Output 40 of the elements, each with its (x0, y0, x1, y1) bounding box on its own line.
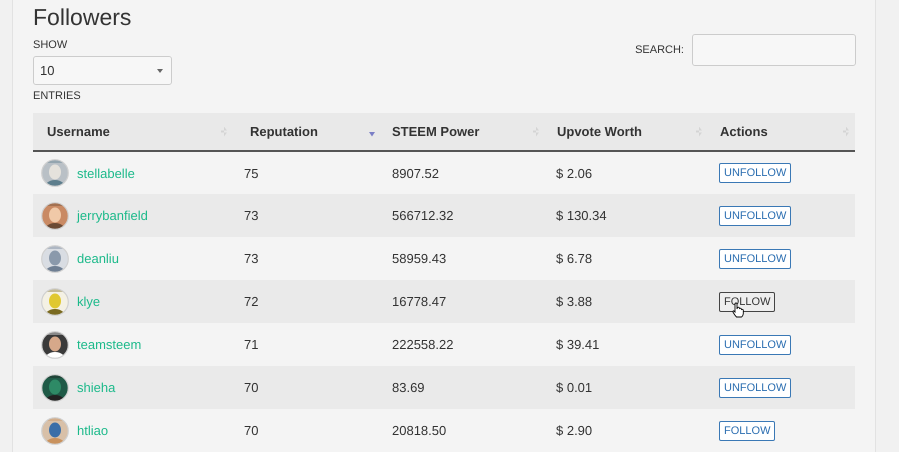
entries-select[interactable]: 10 (33, 56, 172, 85)
table-cell: $ 3.88 (545, 280, 708, 323)
table-cell: 20818.50 (381, 409, 545, 452)
show-label: SHOW (33, 39, 68, 51)
follow-toggle-button[interactable]: UNFOLLOW (719, 334, 792, 354)
table-cell: 73 (233, 237, 381, 280)
follow-toggle-button[interactable]: UNFOLLOW (719, 248, 792, 268)
table-cell: 71 (233, 323, 381, 366)
table-cell: 58959.43 (381, 237, 545, 280)
table-cell: 70 (233, 409, 381, 452)
follow-toggle-button[interactable]: UNFOLLOW (719, 378, 792, 398)
column-header[interactable]: Upvote Worth (545, 113, 708, 151)
table-cell: 566712.32 (381, 194, 545, 237)
follow-toggle-button[interactable]: FOLLOW (719, 420, 776, 440)
table-cell: $ 39.41 (545, 323, 708, 366)
table-cell: $ 6.78 (545, 237, 708, 280)
search-field[interactable] (692, 34, 856, 66)
table-cell: 72 (233, 280, 381, 323)
table-cell: 83.69 (381, 366, 545, 409)
follow-toggle-button[interactable]: UNFOLLOW (719, 163, 792, 183)
column-header[interactable]: STEEM Power (381, 113, 545, 151)
search-label: SEARCH: (635, 44, 684, 56)
table-cell: 16778.47 (381, 280, 545, 323)
follow-toggle-button[interactable]: FOLLOW (719, 292, 776, 312)
entries-label: ENTRIES (33, 90, 81, 102)
table-cell: $ 2.90 (545, 409, 708, 452)
follow-toggle-button[interactable]: UNFOLLOW (719, 206, 792, 226)
caret-icon (157, 68, 163, 72)
table-cell: $ 0.01 (545, 366, 708, 409)
table-cell: 222558.22 (381, 323, 545, 366)
table-cell: 70 (233, 366, 381, 409)
table-cell: 73 (233, 194, 381, 237)
table-cell: 8907.52 (381, 151, 545, 194)
column-header[interactable]: Reputation (233, 113, 381, 151)
column-header[interactable]: Username (33, 113, 233, 151)
page-title: Followers (33, 3, 132, 31)
table-cell: 75 (233, 151, 381, 194)
table-cell: $ 2.06 (545, 151, 708, 194)
table-cell: $ 130.34 (545, 194, 708, 237)
column-header[interactable]: Actions (708, 113, 855, 151)
